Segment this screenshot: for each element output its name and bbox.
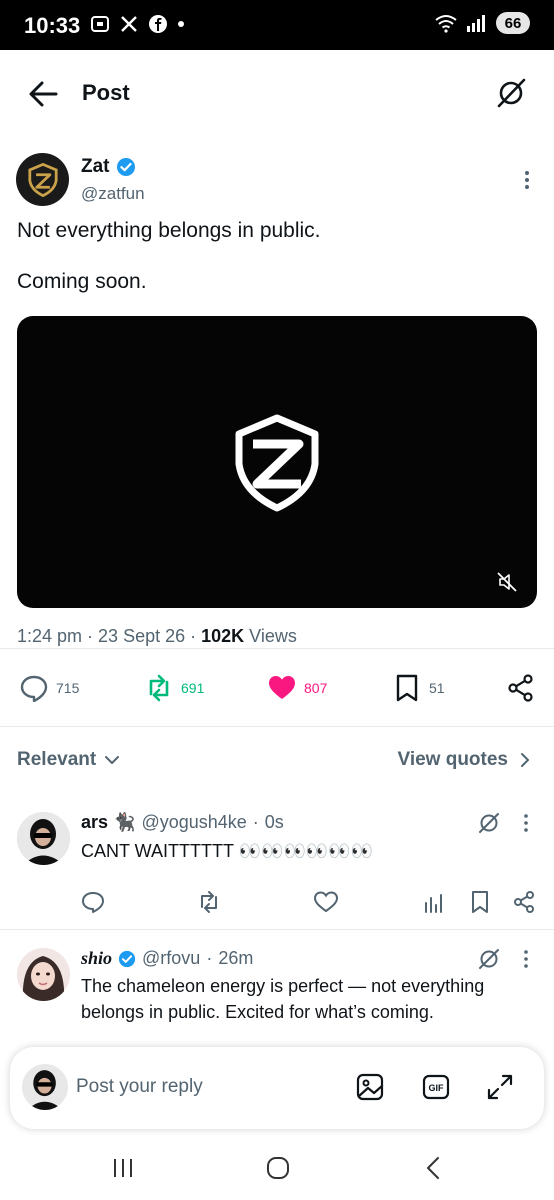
verified-badge-icon [116,158,135,176]
more-icon[interactable] [523,950,529,968]
reply-author-name[interactable]: shio [81,948,112,969]
reply-input[interactable]: Post your reply [76,1076,203,1098]
status-time: 10:33 [24,13,81,38]
grok-icon[interactable] [478,948,500,970]
zat-logo-icon [27,162,58,197]
home-icon[interactable] [266,1156,290,1180]
reply-separator: · [252,812,259,832]
reply-author-name[interactable]: ars 🐈‍⬛ [81,812,135,833]
reply-author-handle[interactable]: @yogush4ke [141,812,246,833]
battery-indicator: 66 [496,12,530,34]
repost-button[interactable]: 691 [145,674,204,702]
analytics-icon[interactable] [422,890,446,914]
facebook-icon [149,15,167,33]
back-arrow-icon[interactable] [28,80,58,108]
status-bar: 10:33 66 [0,0,554,50]
screenshot-icon [91,16,109,32]
page-title: Post [82,80,130,105]
post-actions: 715 691 807 51 [0,674,554,730]
author-avatar[interactable] [16,153,69,206]
repost-count: 691 [181,680,205,696]
reply-sort-bar: Relevant View quotes [0,727,554,795]
post-text-line2: Coming soon. [17,270,147,293]
post-metadata: 1:24 pm · 23 Sept 26 · 102K Views [17,626,297,646]
bookmark-icon [396,674,418,702]
reply-icon [20,675,48,702]
author-name-row[interactable]: Zat [81,156,136,178]
like-count: 807 [304,680,328,696]
views-label: Views [249,626,297,646]
reply-icon[interactable] [81,890,105,914]
bookmark-count: 51 [429,680,445,696]
reply-text: The chameleon energy is perfect — not ev… [81,976,485,1022]
avatar-photo [17,812,70,865]
view-quotes-label: View quotes [397,749,508,770]
more-icon[interactable] [524,171,530,189]
post-text-line1: Not everything belongs in public. [17,219,321,242]
reply-author-handle[interactable]: @rfovu [142,948,200,969]
svg-text:GIF: GIF [429,1083,445,1093]
app-bar: Post [0,50,554,136]
zat-logo-icon [235,414,319,512]
reply-avatar[interactable] [17,948,70,1001]
signal-icon [467,15,485,32]
system-nav-bar [0,1135,554,1200]
reply-text: CANT WAITTTTTT 👀👀👀👀👀👀 [81,841,374,861]
like-icon [269,676,295,699]
reply-time: 0s [264,812,284,832]
repost-icon[interactable] [197,890,221,914]
reply-item[interactable]: shio @rfovu · 26m The chameleon energy i… [0,930,554,1050]
author-handle[interactable]: @zatfun [81,184,145,204]
repost-icon [149,674,169,702]
chevron-right-icon [521,753,529,767]
dot-icon [178,21,184,27]
mute-icon[interactable] [497,572,517,592]
grok-icon[interactable] [478,812,500,834]
reply-button[interactable]: 715 [20,674,79,702]
more-icon[interactable] [523,814,529,832]
gif-icon[interactable]: GIF [422,1073,450,1101]
views-count: 102K [201,626,245,646]
reply-separator: · [206,948,213,968]
x-logo-icon [121,16,137,32]
post-video[interactable] [17,316,537,608]
post-date: 23 Sept 26 [98,626,186,646]
grok-icon[interactable] [496,78,526,108]
share-icon[interactable] [512,890,536,914]
sort-relevant-dropdown[interactable]: Relevant [17,749,120,771]
reply-time: 26m [218,948,254,968]
share-icon [508,674,533,702]
my-avatar [22,1064,68,1110]
reply-avatar[interactable] [17,812,70,865]
like-button[interactable]: 807 [268,674,327,702]
post-time: 1:24 pm [17,626,83,646]
avatar-photo [17,948,70,1001]
chevron-down-icon [105,756,120,764]
bookmark-button[interactable]: 51 [393,674,445,702]
author-name: Zat [81,156,110,177]
divider [0,648,554,649]
share-button[interactable] [507,674,535,702]
wifi-icon [435,15,457,33]
verified-badge-icon [118,950,136,967]
image-icon[interactable] [356,1073,384,1101]
sort-label: Relevant [17,749,97,770]
reply-item[interactable]: ars 🐈‍⬛ @yogush4ke · 0s CANT WAITTTTTT 👀… [0,796,554,928]
reply-count: 715 [56,680,80,696]
recent-apps-icon[interactable] [111,1156,135,1180]
back-nav-icon[interactable] [422,1156,446,1180]
like-icon[interactable] [314,890,338,914]
avatar-photo [22,1064,68,1110]
expand-icon[interactable] [486,1073,514,1101]
bookmark-icon[interactable] [468,890,492,914]
reply-composer[interactable]: Post your reply GIF [10,1047,544,1129]
view-quotes-link[interactable]: View quotes [397,749,532,771]
